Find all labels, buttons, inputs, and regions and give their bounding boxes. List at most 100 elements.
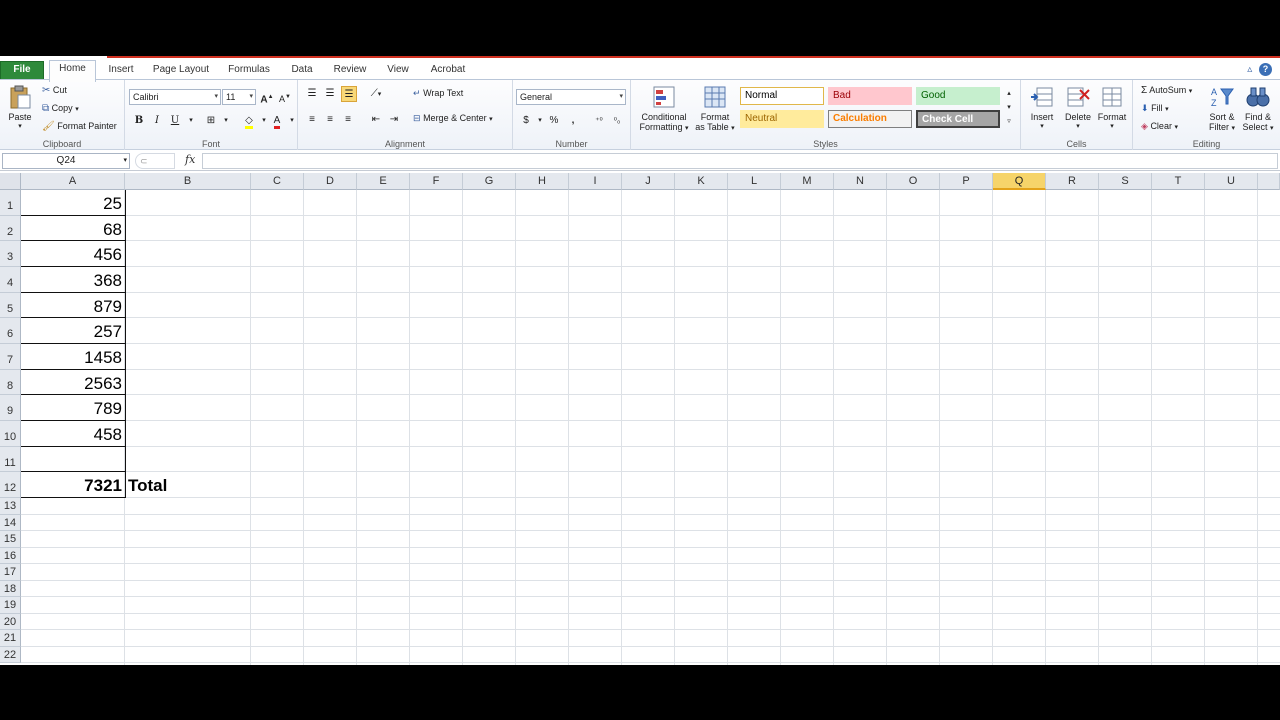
row-header-11[interactable]: 11: [0, 446, 21, 473]
column-header-l[interactable]: L: [728, 173, 781, 190]
row-header-20[interactable]: 20: [0, 613, 21, 631]
column-header-c[interactable]: C: [251, 173, 304, 190]
italic-button[interactable]: I: [149, 113, 165, 129]
style-calculation[interactable]: Calculation: [828, 110, 912, 128]
row-header-10[interactable]: 10: [0, 421, 21, 447]
style-bad[interactable]: Bad: [828, 87, 912, 105]
bold-button[interactable]: B: [131, 113, 147, 129]
align-center-button[interactable]: ≡: [322, 112, 338, 128]
column-header-partial[interactable]: [1258, 173, 1280, 190]
cell-b12[interactable]: Total: [128, 472, 167, 498]
column-header-q[interactable]: Q: [993, 173, 1046, 190]
number-format-dropdown[interactable]: General ▾: [516, 89, 626, 105]
increase-decimal-button[interactable]: ⁺⁰: [591, 113, 607, 129]
column-header-a[interactable]: A: [21, 173, 125, 190]
column-header-s[interactable]: S: [1099, 173, 1152, 190]
comma-button[interactable]: ,: [565, 113, 581, 129]
row-header-16[interactable]: 16: [0, 547, 21, 565]
row-header-17[interactable]: 17: [0, 564, 21, 581]
cell-a10[interactable]: 458: [22, 421, 125, 447]
percent-button[interactable]: %: [546, 113, 562, 129]
delete-cells-button[interactable]: Delete ▾: [1061, 84, 1095, 132]
cell-a3[interactable]: 456: [22, 241, 125, 267]
styles-more-button[interactable]: ▿: [1003, 114, 1015, 130]
formula-bar-expand[interactable]: ⊂: [135, 153, 175, 169]
row-header-7[interactable]: 7: [0, 344, 21, 370]
tab-acrobat[interactable]: Acrobat: [426, 62, 470, 80]
tab-data[interactable]: Data: [286, 62, 318, 80]
insert-cells-button[interactable]: Insert ▾: [1025, 84, 1059, 132]
borders-button[interactable]: ⊞: [203, 113, 219, 129]
row-header-21[interactable]: 21: [0, 630, 21, 647]
paste-button[interactable]: Paste ▾: [4, 84, 36, 132]
increase-indent-button[interactable]: ⇥: [386, 112, 402, 128]
column-header-j[interactable]: J: [622, 173, 675, 190]
borders-dropdown[interactable]: ▾: [218, 113, 234, 129]
help-icon[interactable]: ?: [1259, 63, 1272, 76]
underline-dropdown[interactable]: ▾: [183, 113, 199, 129]
align-left-button[interactable]: ≡: [304, 112, 320, 128]
column-header-t[interactable]: T: [1152, 173, 1205, 190]
row-header-5[interactable]: 5: [0, 292, 21, 319]
select-all-corner[interactable]: [0, 173, 21, 190]
minimize-ribbon-icon[interactable]: ▵: [1247, 64, 1252, 75]
row-header-18[interactable]: 18: [0, 580, 21, 598]
tab-view[interactable]: View: [383, 62, 413, 80]
column-header-i[interactable]: I: [569, 173, 622, 190]
align-right-button[interactable]: ≡: [340, 112, 356, 128]
row-header-8[interactable]: 8: [0, 369, 21, 396]
conditional-formatting-button[interactable]: Conditional Formatting ▾: [635, 84, 693, 134]
sort-filter-button[interactable]: A Z Sort & Filter ▾: [1205, 84, 1239, 134]
fill-color-button[interactable]: ◇: [241, 113, 257, 129]
cut-button[interactable]: ✂ Cut: [42, 85, 67, 96]
underline-button[interactable]: U: [167, 113, 183, 129]
column-header-h[interactable]: H: [516, 173, 569, 190]
row-header-6[interactable]: 6: [0, 318, 21, 344]
row-header-14[interactable]: 14: [0, 514, 21, 532]
cell-a7[interactable]: 1458: [22, 344, 125, 370]
tab-file[interactable]: File: [0, 61, 44, 80]
column-header-e[interactable]: E: [357, 173, 410, 190]
row-header-15[interactable]: 15: [0, 531, 21, 548]
style-good[interactable]: Good: [916, 87, 1000, 105]
align-top-button[interactable]: ☰: [304, 86, 320, 102]
insert-function-button[interactable]: fx: [185, 153, 195, 166]
style-neutral[interactable]: Neutral: [740, 110, 824, 128]
column-header-g[interactable]: G: [463, 173, 516, 190]
row-header-4[interactable]: 4: [0, 267, 21, 293]
decrease-decimal-button[interactable]: ⁰₀: [609, 113, 625, 129]
format-cells-button[interactable]: Format ▾: [1095, 84, 1129, 132]
cell-a12[interactable]: 7321: [22, 472, 125, 498]
cell-a9[interactable]: 789: [22, 395, 125, 421]
row-header-22[interactable]: 22: [0, 646, 21, 664]
cell-a8[interactable]: 2563: [22, 370, 125, 396]
format-as-table-button[interactable]: Format as Table ▾: [695, 84, 735, 134]
column-header-u[interactable]: U: [1205, 173, 1258, 190]
name-box[interactable]: Q24 ▾: [2, 153, 130, 169]
cell-a6[interactable]: 257: [22, 318, 125, 344]
cell-a4[interactable]: 368: [22, 267, 125, 293]
spreadsheet-grid[interactable]: A B C D E F G H I J K L M N O P Q R S T U 1 2 3 4 5 6 7 8 9 10 11 12 13 14…: [0, 173, 1280, 665]
column-header-n[interactable]: N: [834, 173, 887, 190]
align-bottom-button[interactable]: ☰: [341, 86, 357, 102]
clear-button[interactable]: ◈ Clear ▾: [1141, 121, 1178, 132]
tab-page-layout[interactable]: Page Layout: [150, 62, 212, 80]
column-header-r[interactable]: R: [1046, 173, 1099, 190]
align-middle-button[interactable]: ☰: [322, 86, 338, 102]
grow-font-button[interactable]: A▲: [259, 89, 275, 105]
column-header-d[interactable]: D: [304, 173, 357, 190]
find-select-button[interactable]: Find & Select ▾: [1239, 84, 1277, 134]
fill-button[interactable]: ⬇ Fill ▾: [1141, 103, 1169, 114]
row-header-13[interactable]: 13: [0, 498, 21, 515]
decrease-indent-button[interactable]: ⇤: [368, 112, 384, 128]
cell-a11[interactable]: [22, 447, 125, 473]
column-header-k[interactable]: K: [675, 173, 728, 190]
row-header-12[interactable]: 12: [0, 472, 21, 499]
formula-input[interactable]: [202, 153, 1278, 169]
row-header-19[interactable]: 19: [0, 597, 21, 614]
autosum-button[interactable]: Σ AutoSum ▾: [1141, 85, 1192, 96]
row-header-9[interactable]: 9: [0, 395, 21, 422]
merge-center-button[interactable]: ⊟ Merge & Center ▾: [413, 113, 493, 124]
style-check-cell[interactable]: Check Cell: [916, 110, 1000, 128]
row-header-3[interactable]: 3: [0, 241, 21, 267]
